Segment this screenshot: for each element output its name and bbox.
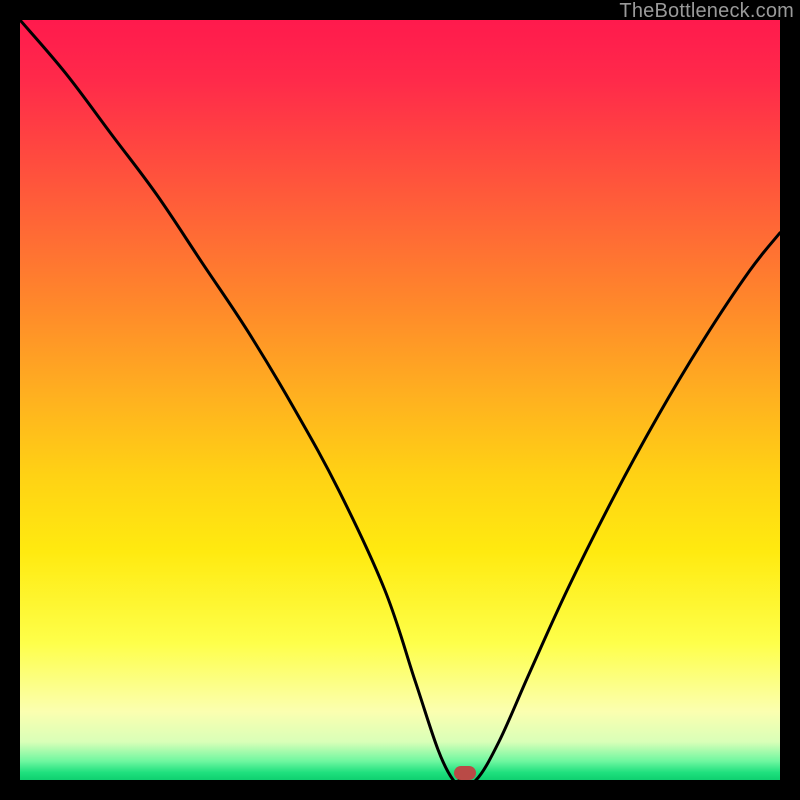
- minimum-marker: [454, 766, 476, 780]
- plot-area: [20, 20, 780, 780]
- bottleneck-curve: [20, 20, 780, 780]
- chart-frame: TheBottleneck.com: [0, 0, 800, 800]
